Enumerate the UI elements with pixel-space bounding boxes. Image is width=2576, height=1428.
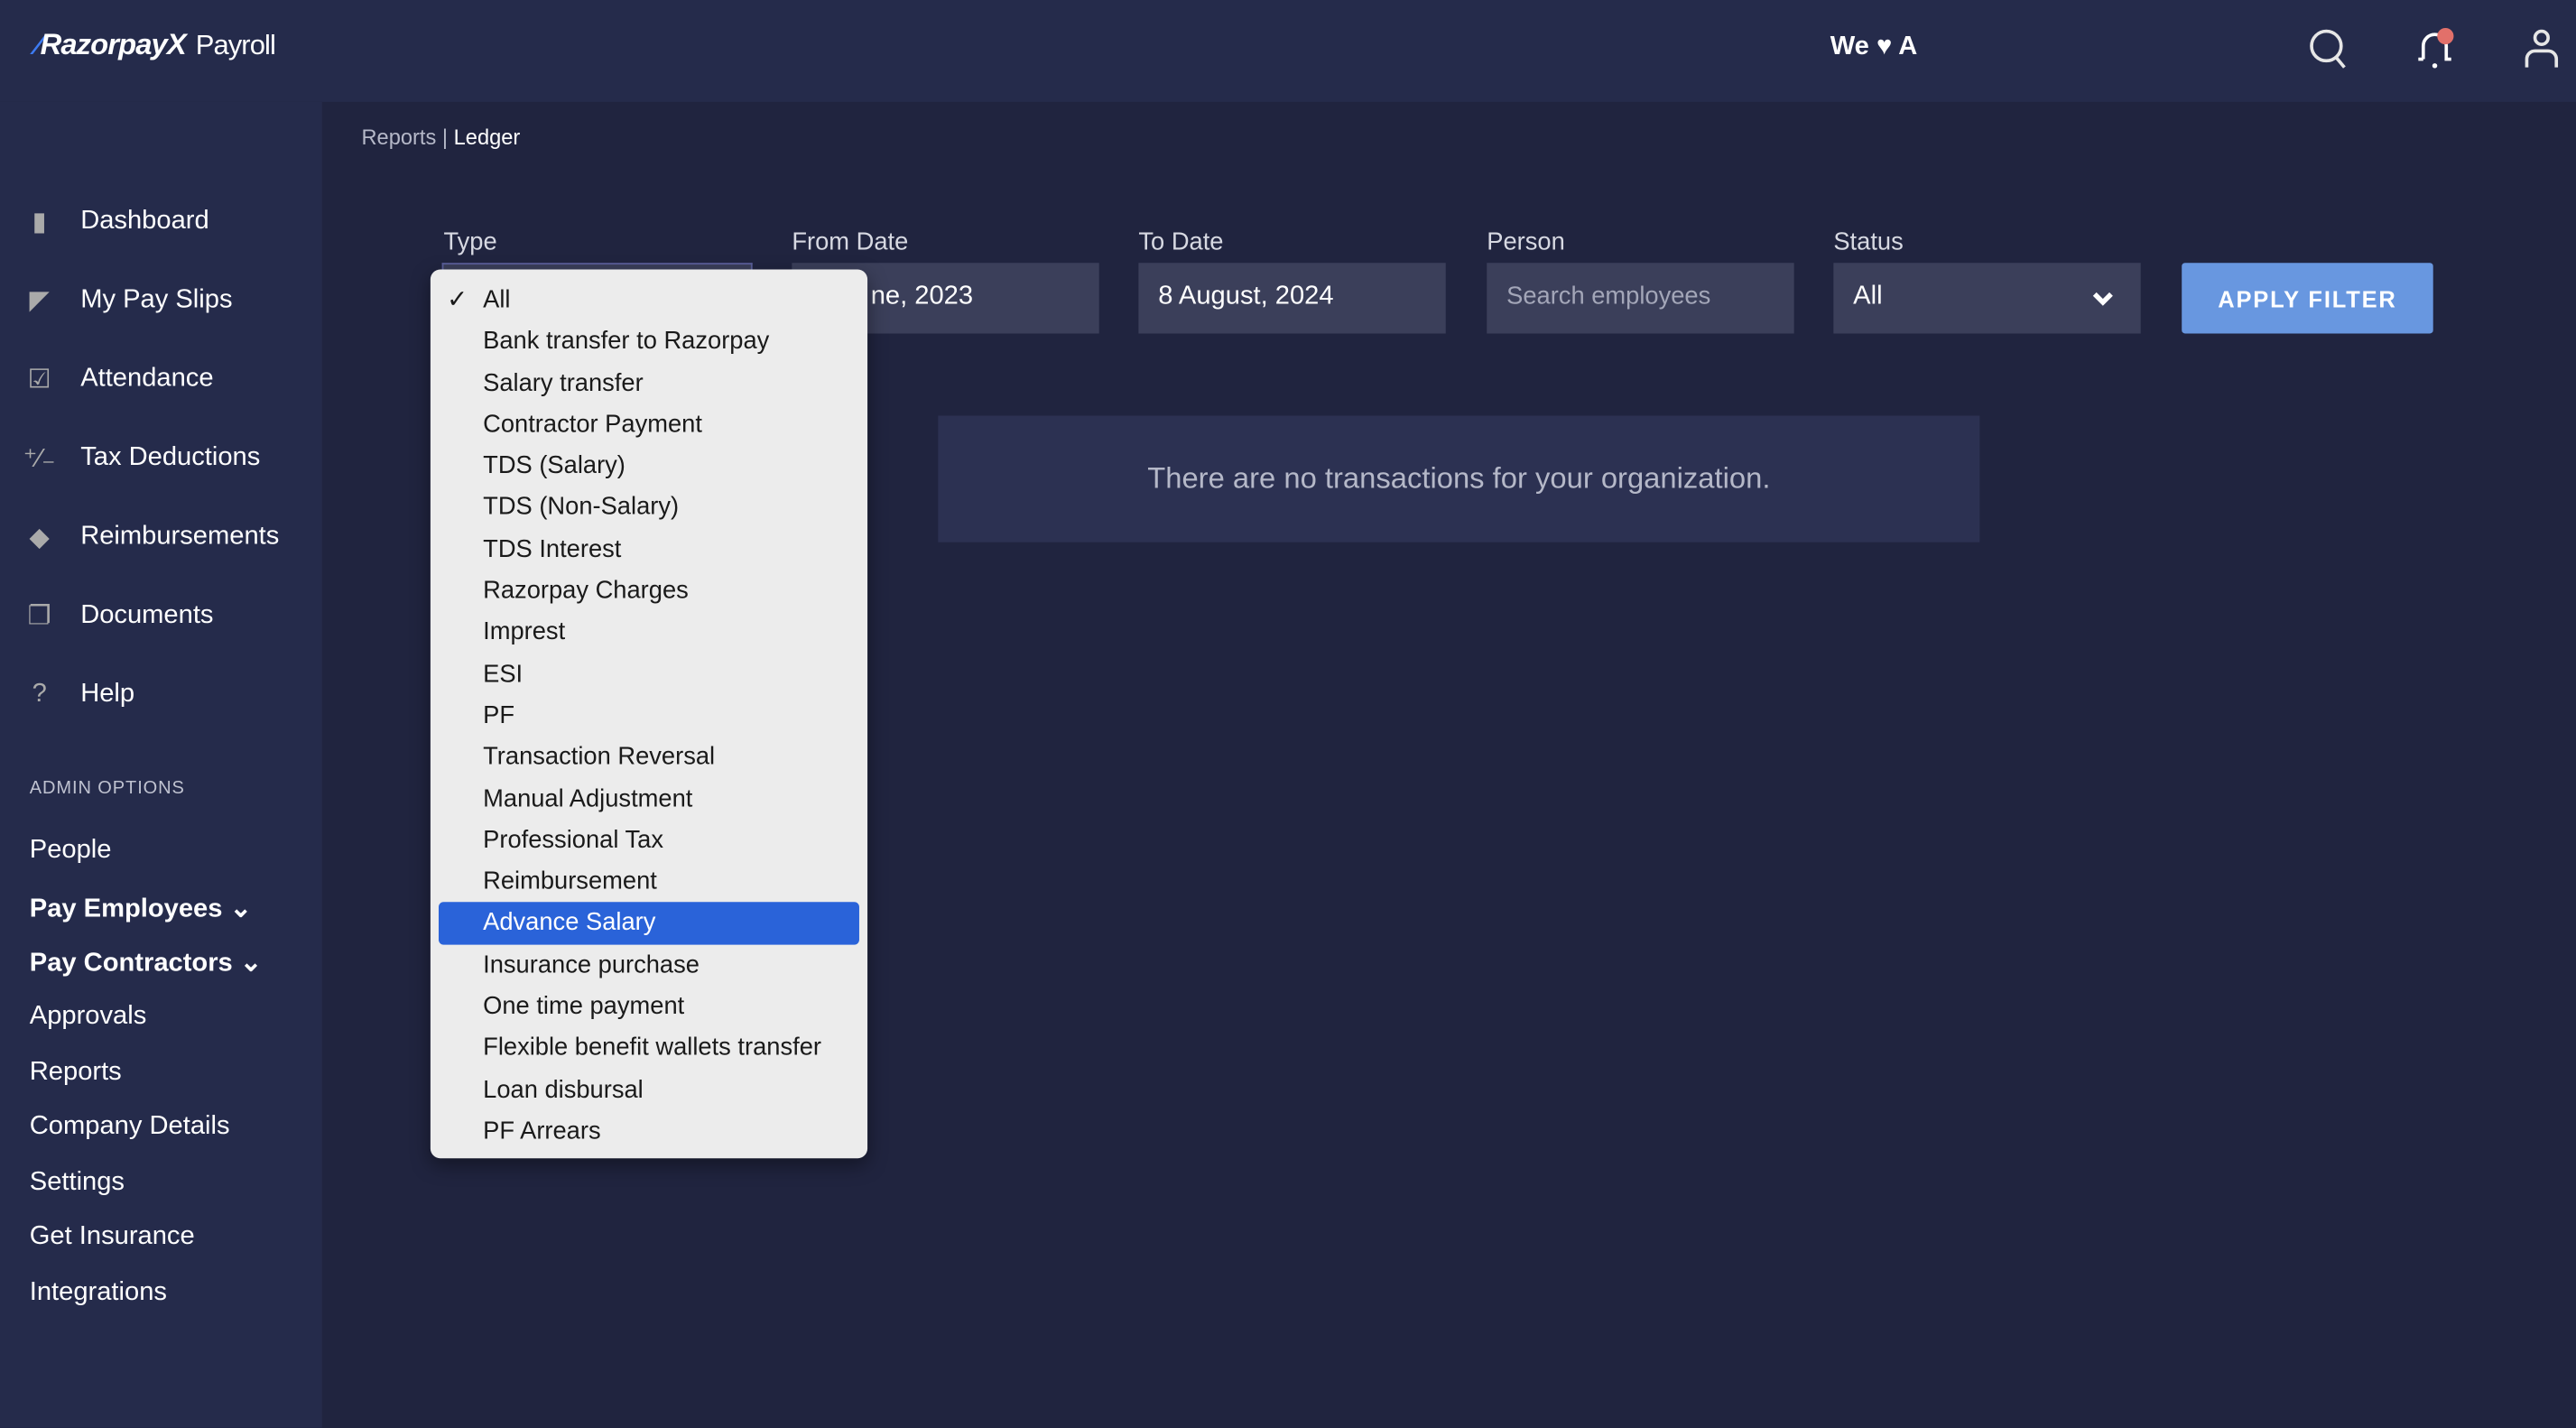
person-search-input[interactable]: Search employees — [1487, 263, 1794, 334]
from-date-label: From Date — [792, 228, 909, 256]
type-option[interactable]: Advance Salary — [438, 903, 859, 945]
type-option[interactable]: PF Arrears — [439, 1110, 859, 1152]
calendar-check-icon: ☑ — [27, 366, 51, 394]
empty-state-message: There are no transactions for your organ… — [938, 415, 1980, 542]
type-option[interactable]: Flexible benefit wallets transfer — [439, 1027, 859, 1069]
type-option[interactable]: Loan disbursal — [439, 1069, 859, 1110]
breadcrumb: Reports | Ledger — [361, 125, 521, 150]
sidebar-item-dashboard[interactable]: ▮ Dashboard — [23, 206, 209, 238]
top-header: ⁄RazorpayX Payroll We ♥ A — [0, 0, 2576, 102]
admin-item-integrations[interactable]: Integrations — [30, 1278, 167, 1308]
admin-options-heading: ADMIN OPTIONS — [29, 778, 185, 799]
sidebar-item-pay-slips[interactable]: ◤ My Pay Slips — [23, 284, 232, 317]
type-option[interactable]: One time payment — [439, 986, 859, 1027]
admin-item-reports[interactable]: Reports — [30, 1058, 122, 1088]
question-icon: ? — [32, 680, 47, 709]
sidebar-item-documents[interactable]: ❐ Documents — [23, 599, 214, 632]
type-option[interactable]: Contractor Payment — [439, 404, 859, 446]
type-option[interactable]: Salary transfer — [439, 363, 859, 404]
percent-icon: ⁺∕₋ — [23, 445, 56, 474]
clipboard-icon: ▮ — [32, 209, 47, 237]
chevron-down-icon: ⌄ — [229, 895, 252, 923]
apply-filter-button[interactable]: APPLY FILTER — [2182, 263, 2433, 334]
admin-item-settings[interactable]: Settings — [30, 1168, 125, 1198]
admin-item-get-insurance[interactable]: Get Insurance — [30, 1222, 195, 1252]
tagline: We ♥ A — [1830, 32, 1918, 61]
type-option[interactable]: Professional Tax — [439, 820, 859, 861]
logo[interactable]: ⁄RazorpayX Payroll — [36, 28, 276, 62]
type-option[interactable]: Reimbursement — [439, 861, 859, 903]
status-label: Status — [1833, 228, 1904, 256]
type-option[interactable]: ESI — [439, 654, 859, 695]
checkmark-icon: ✓ — [447, 285, 468, 314]
admin-item-approvals[interactable]: Approvals — [30, 1002, 147, 1032]
person-label: Person — [1487, 228, 1565, 256]
type-option[interactable]: Razorpay Charges — [439, 570, 859, 612]
status-select[interactable]: All — [1833, 263, 2141, 334]
admin-item-pay-contractors[interactable]: Pay Contractors ⌄ — [30, 946, 262, 978]
admin-item-pay-employees[interactable]: Pay Employees ⌄ — [30, 892, 252, 924]
type-option[interactable]: Manual Adjustment — [439, 778, 859, 820]
paper-plane-icon: ◤ — [29, 287, 50, 316]
sidebar-item-help[interactable]: ? Help — [23, 679, 135, 711]
type-option[interactable]: ✓ All — [439, 279, 859, 320]
chevron-down-icon — [2092, 292, 2113, 306]
type-option[interactable]: Imprest — [439, 612, 859, 654]
type-option[interactable]: PF — [439, 695, 859, 737]
type-option[interactable]: TDS Interest — [439, 529, 859, 570]
bell-icon[interactable] — [2410, 23, 2460, 72]
type-dropdown-menu: ✓ All Bank transfer to Razorpay Salary tran… — [430, 269, 868, 1159]
documents-icon: ❐ — [27, 603, 51, 631]
type-option[interactable]: TDS (Salary) — [439, 446, 859, 487]
chevron-down-icon: ⌄ — [239, 950, 263, 978]
search-icon[interactable] — [2303, 23, 2353, 72]
tag-icon: ◆ — [29, 524, 50, 552]
type-option[interactable]: Transaction Reversal — [439, 737, 859, 778]
breadcrumb-ledger: Ledger — [453, 125, 521, 150]
type-label: Type — [443, 228, 497, 256]
type-option[interactable]: Bank transfer to Razorpay — [439, 320, 859, 362]
to-date-label: To Date — [1138, 228, 1224, 256]
sidebar-item-reimbursements[interactable]: ◆ Reimbursements — [23, 521, 279, 553]
admin-item-company-details[interactable]: Company Details — [30, 1112, 230, 1142]
sidebar-item-attendance[interactable]: ☑ Attendance — [23, 363, 214, 395]
breadcrumb-reports[interactable]: Reports — [361, 125, 436, 149]
user-icon[interactable] — [2517, 23, 2567, 72]
type-option[interactable]: TDS (Non-Salary) — [439, 487, 859, 529]
type-option[interactable]: Insurance purchase — [439, 944, 859, 986]
to-date-input[interactable]: 8 August, 2024 — [1138, 263, 1446, 334]
sidebar-item-tax-deductions[interactable]: ⁺∕₋ Tax Deductions — [23, 442, 260, 475]
admin-item-people[interactable]: People — [30, 836, 112, 866]
